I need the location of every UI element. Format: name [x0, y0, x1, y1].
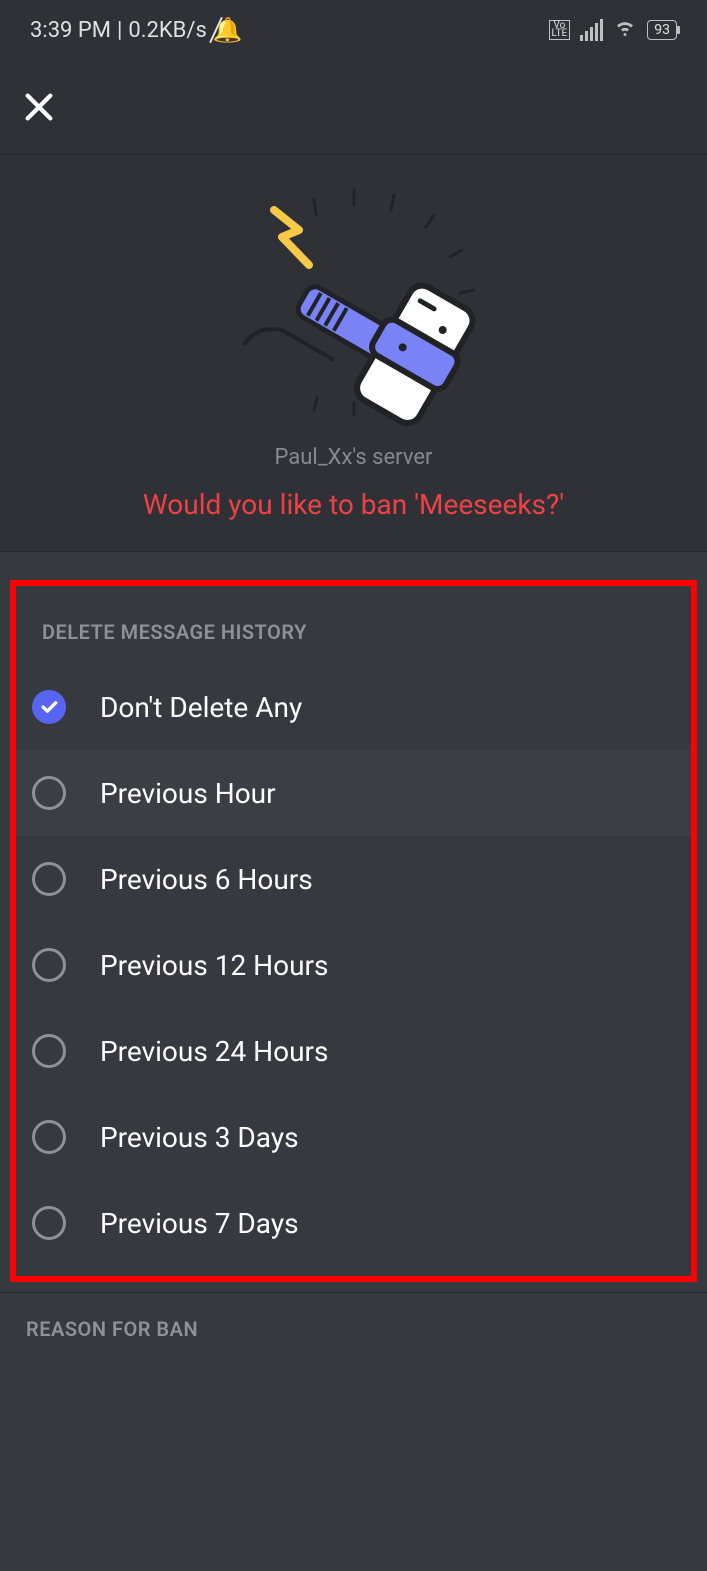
radio-checked-icon [32, 690, 66, 724]
radio-label: Previous 12 Hours [100, 949, 328, 982]
radio-unchecked-icon [32, 1206, 66, 1240]
radio-label: Previous 24 Hours [100, 1035, 328, 1068]
radio-unchecked-icon [32, 1120, 66, 1154]
battery-level: 93 [654, 22, 670, 38]
ban-hero: Paul_Xx's server Would you like to ban '… [0, 155, 707, 552]
battery-icon: 93 [647, 20, 677, 40]
cell-signal-icon [580, 19, 603, 41]
radio-unchecked-icon [32, 862, 66, 896]
radio-unchecked-icon [32, 1034, 66, 1068]
status-left: 3:39 PM | 0.2KB/s 🔔 [30, 16, 243, 44]
radio-option-previous-hour[interactable]: Previous Hour [16, 750, 691, 836]
radio-option-previous-7-days[interactable]: Previous 7 Days [16, 1180, 691, 1266]
status-separator: | [117, 18, 122, 43]
status-time: 3:39 PM [30, 18, 111, 43]
radio-label: Previous 6 Hours [100, 863, 313, 896]
status-right: VoLTE 93 [549, 15, 677, 45]
wifi-icon [613, 15, 637, 45]
radio-label: Previous 3 Days [100, 1121, 299, 1154]
ban-question: Would you like to ban 'Meeseeks?' [0, 488, 707, 521]
close-button[interactable] [18, 86, 60, 128]
radio-option-previous-6-hours[interactable]: Previous 6 Hours [16, 836, 691, 922]
delete-history-highlight-box: DELETE MESSAGE HISTORY Don't Delete Any … [10, 580, 697, 1282]
ban-hammer-illustration [204, 175, 504, 435]
volte-icon: VoLTE [549, 20, 571, 40]
radio-unchecked-icon [32, 948, 66, 982]
radio-option-dont-delete[interactable]: Don't Delete Any [16, 664, 691, 750]
radio-label: Previous 7 Days [100, 1207, 299, 1240]
radio-option-previous-12-hours[interactable]: Previous 12 Hours [16, 922, 691, 1008]
spacer [0, 552, 707, 580]
close-icon [22, 90, 56, 124]
top-bar [0, 60, 707, 155]
server-name: Paul_Xx's server [0, 445, 707, 470]
status-bar: 3:39 PM | 0.2KB/s 🔔 VoLTE 93 [0, 0, 707, 60]
reason-for-ban-header: REASON FOR BAN [0, 1293, 707, 1361]
radio-option-previous-3-days[interactable]: Previous 3 Days [16, 1094, 691, 1180]
reason-section: REASON FOR BAN [0, 1293, 707, 1361]
radio-unchecked-icon [32, 776, 66, 810]
bell-muted-icon: 🔔 [213, 16, 243, 44]
radio-label: Previous Hour [100, 777, 276, 810]
radio-option-previous-24-hours[interactable]: Previous 24 Hours [16, 1008, 691, 1094]
status-net-speed: 0.2KB/s [128, 18, 206, 43]
radio-label: Don't Delete Any [100, 691, 302, 724]
delete-history-header: DELETE MESSAGE HISTORY [16, 586, 691, 664]
